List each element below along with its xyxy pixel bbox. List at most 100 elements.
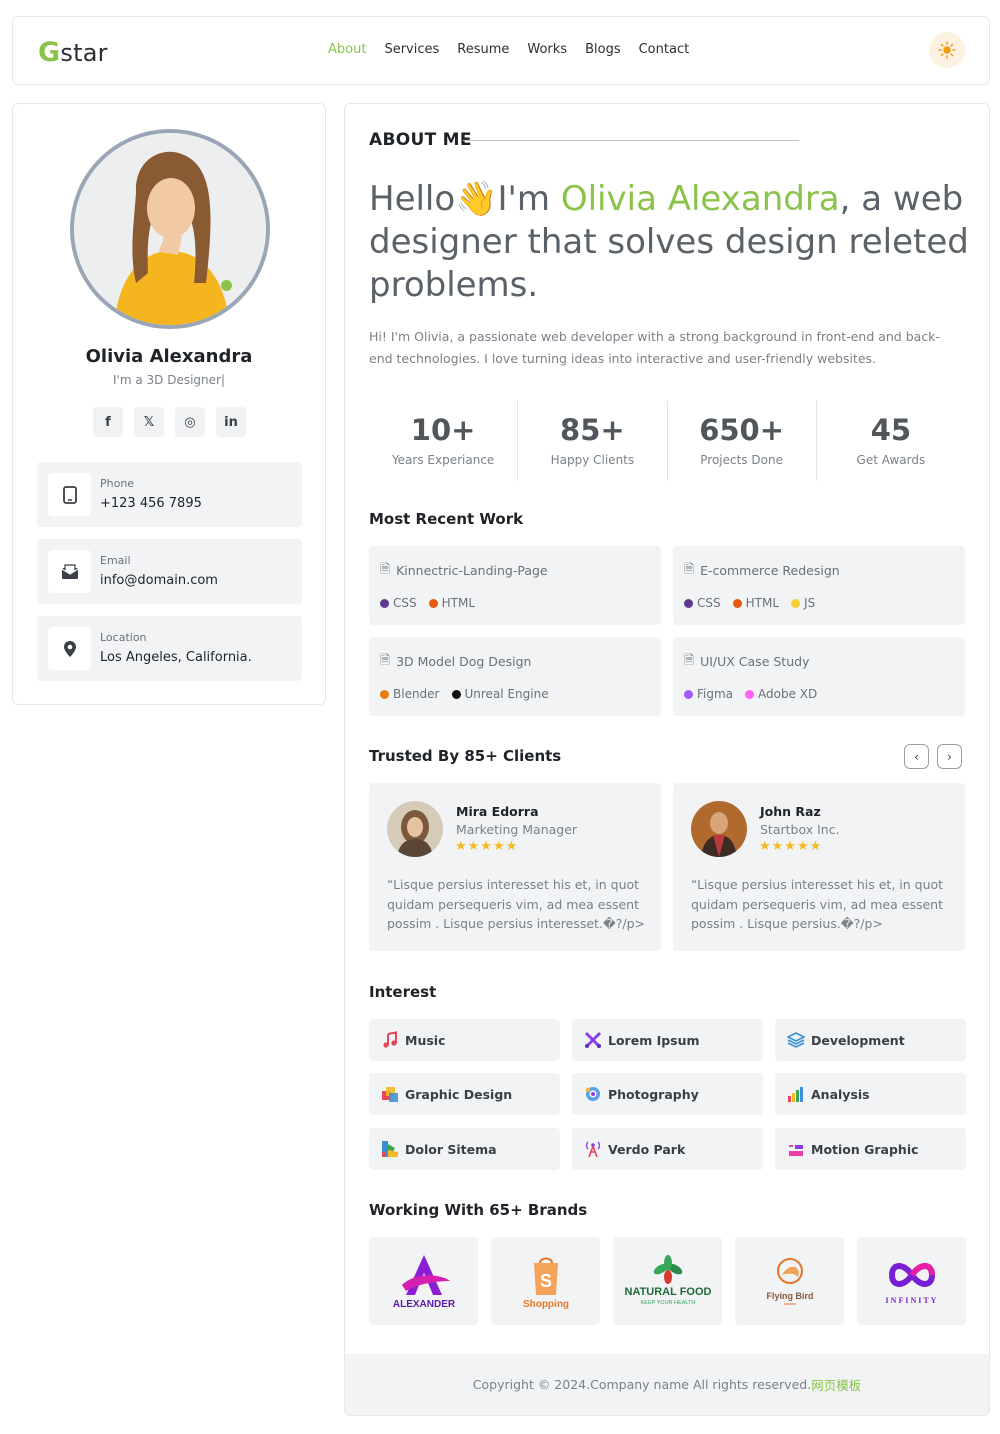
- interest-item: Music: [369, 1019, 560, 1061]
- contact-phone: Phone +123 456 7895: [37, 462, 302, 527]
- svg-text:KEEP YOUR HEALTH: KEEP YOUR HEALTH: [640, 1300, 695, 1306]
- recent-work-title: Most Recent Work: [369, 510, 524, 528]
- section-heading-about: ABOUT ME: [369, 130, 472, 150]
- sun-icon: [938, 41, 956, 59]
- testimonial-text: “Lisque persius interesset his et, in qu…: [691, 877, 944, 931]
- stat-item: 45 Get Awards: [856, 413, 926, 467]
- brands-title: Working With 65+ Brands: [369, 1201, 588, 1219]
- copyright-text: Copyright © 2024.Company name All rights…: [472, 1377, 812, 1392]
- linkedin-icon[interactable]: in: [216, 407, 246, 437]
- contact-location: Location Los Angeles, California.: [37, 616, 302, 681]
- chevron-left-icon[interactable]: ‹: [904, 744, 929, 769]
- interest-title: Interest: [369, 983, 437, 1001]
- profile-name: Olivia Alexandra: [85, 346, 253, 367]
- bar-chart-icon: [788, 1087, 803, 1102]
- svg-text:ALEXANDER: ALEXANDER: [392, 1299, 455, 1310]
- interest-item: Analysis: [775, 1073, 966, 1115]
- testimonial-card: John Raz Startbox Inc. ★★★★★ “Lisque per…: [673, 783, 965, 951]
- document-icon: 🗎: [380, 652, 391, 667]
- email-label: Email: [100, 554, 131, 567]
- client-role: Startbox Inc.: [760, 822, 840, 837]
- layers-icon: [787, 1032, 805, 1048]
- work-card[interactable]: 🗎 Kinnectric-Landing-Page CSS HTML: [369, 546, 661, 625]
- theme-toggle-button[interactable]: [929, 32, 965, 68]
- brand-logo-infinity[interactable]: INFINITY: [857, 1237, 966, 1325]
- interest-item: Photography: [572, 1073, 763, 1115]
- interest-item: Lorem Ipsum: [572, 1019, 763, 1061]
- client-avatar: [387, 801, 443, 857]
- mail-icon: [48, 550, 91, 593]
- work-card[interactable]: 🗎 3D Model Dog Design Blender Unreal Engi…: [369, 637, 661, 716]
- client-avatar: [691, 801, 747, 857]
- interest-item: Dolor Sitema: [369, 1128, 560, 1170]
- phone-icon: [48, 473, 91, 516]
- location-label: Location: [100, 631, 147, 644]
- stat-item: 85+ Happy Clients: [518, 401, 668, 481]
- svg-text:S: S: [539, 1271, 551, 1291]
- document-icon: 🗎: [684, 652, 695, 667]
- svg-text:INFINITY: INFINITY: [885, 1296, 938, 1305]
- contact-email: Email info@domain.com: [37, 539, 302, 604]
- scissors-icon: [584, 1031, 602, 1049]
- svg-text:Flying Bird: Flying Bird: [766, 1291, 813, 1301]
- client-name: John Raz: [760, 804, 821, 819]
- hero-heading: Hello👋I'm Olivia Alexandra, a web design…: [369, 179, 969, 305]
- phone-label: Phone: [100, 477, 135, 490]
- star-rating: ★★★★★: [759, 839, 823, 854]
- location-value: Los Angeles, California.: [100, 650, 252, 665]
- x-icon[interactable]: 𝕏: [134, 407, 164, 437]
- profile-sidebar: Olivia Alexandra I'm a 3D Designer| f 𝕏 …: [12, 103, 326, 705]
- work-card[interactable]: 🗎 UI/UX Case Study Figma Adobe XD: [673, 637, 965, 716]
- client-role: Marketing Manager: [456, 822, 578, 837]
- wave-icon: 👋: [455, 179, 498, 219]
- nav-about[interactable]: About: [328, 42, 366, 57]
- location-icon: [48, 627, 91, 670]
- social-links: f 𝕏 ◎ in: [93, 407, 246, 437]
- nav-blogs[interactable]: Blogs: [585, 42, 621, 57]
- online-status-dot: [221, 280, 232, 291]
- interest-item: Development: [775, 1019, 966, 1061]
- logo[interactable]: Gstar: [38, 37, 108, 68]
- main-content: ABOUT ME Hello👋I'm Olivia Alexandra, a w…: [344, 103, 990, 1416]
- intro-text: Hi! I'm Olivia, a passionate web develop…: [369, 329, 940, 366]
- clients-title: Trusted By 85+ Clients: [369, 747, 562, 765]
- brand-logo-alexander[interactable]: ALEXANDER: [369, 1237, 478, 1325]
- camera-icon: [585, 1087, 600, 1101]
- facebook-icon[interactable]: f: [93, 407, 123, 437]
- hero-name: Olivia Alexandra: [560, 179, 840, 219]
- work-card[interactable]: 🗎 E-commerce Redesign CSS HTML JS: [673, 546, 965, 625]
- phone-value[interactable]: +123 456 7895: [100, 496, 202, 511]
- testimonial-card: Mira Edorra Marketing Manager ★★★★★ “Lis…: [369, 783, 661, 951]
- nav-services[interactable]: Services: [384, 42, 439, 57]
- nav-contact[interactable]: Contact: [639, 42, 690, 57]
- music-icon: [383, 1031, 397, 1048]
- interest-item: Motion Graphic: [775, 1128, 966, 1170]
- stats-row: 10+ Years Experiance 85+ Happy Clients 650…: [369, 401, 965, 481]
- chevron-right-icon[interactable]: ›: [937, 744, 962, 769]
- document-icon: 🗎: [380, 561, 391, 576]
- main-nav: About Services Resume Works Blogs Contac…: [328, 42, 689, 57]
- brand-logo-flying-bird[interactable]: Flying Bird: [735, 1237, 844, 1325]
- footer-link[interactable]: 网页模板: [811, 1375, 861, 1394]
- document-icon: 🗎: [684, 561, 695, 576]
- testimonial-text: “Lisque persius interesset his et, in qu…: [387, 877, 646, 931]
- palette-icon: [382, 1087, 398, 1102]
- client-name: Mira Edorra: [456, 804, 539, 819]
- stat-item: 650+ Projects Done: [668, 401, 817, 481]
- site-footer: Copyright © 2024.Company name All rights…: [345, 1354, 989, 1415]
- site-header: Gstar About Services Resume Works Blogs …: [12, 16, 990, 85]
- instagram-icon[interactable]: ◎: [175, 407, 205, 437]
- brand-logo-shopping[interactable]: S Shopping: [491, 1237, 600, 1325]
- heading-divider: [463, 140, 799, 141]
- svg-text:NATURAL FOOD: NATURAL FOOD: [624, 1286, 711, 1298]
- stat-item: 10+ Years Experiance: [369, 401, 519, 481]
- nav-resume[interactable]: Resume: [457, 42, 509, 57]
- brand-logo-natural-food[interactable]: NATURAL FOOD KEEP YOUR HEALTH: [613, 1237, 722, 1325]
- email-value[interactable]: info@domain.com: [100, 573, 218, 588]
- nav-works[interactable]: Works: [527, 42, 567, 57]
- interest-item: Verdo Park: [572, 1128, 763, 1170]
- color-swatch-icon: [382, 1141, 398, 1157]
- avatar: [70, 129, 270, 329]
- profile-role: I'm a 3D Designer|: [113, 373, 225, 387]
- interest-item: Graphic Design: [369, 1073, 560, 1115]
